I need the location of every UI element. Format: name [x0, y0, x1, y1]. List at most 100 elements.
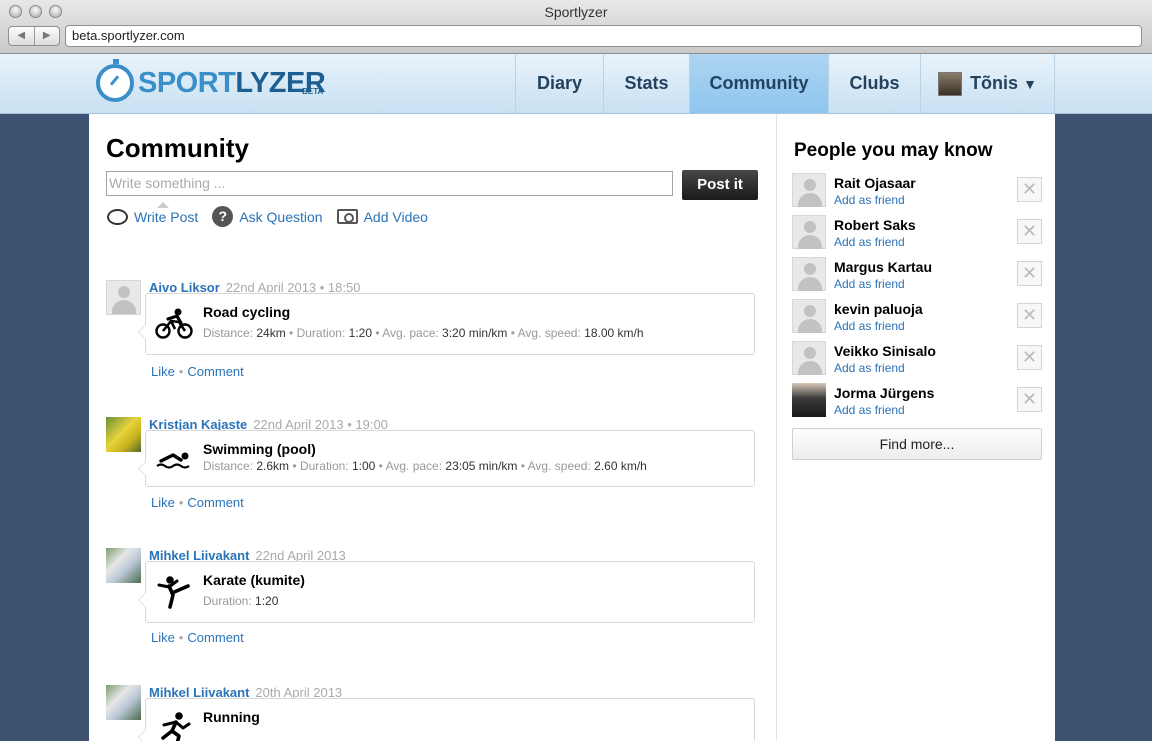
feed-item: Aivo Liksor 22nd April 2013 • 18:50 Road … [106, 280, 756, 390]
stat-label: Duration: [203, 594, 252, 608]
avatar[interactable] [792, 299, 826, 333]
history-buttons: ◀ ▶ [8, 26, 60, 46]
person-name[interactable]: Robert Saks [834, 217, 916, 233]
add-friend-link[interactable]: Add as friend [834, 235, 905, 249]
content: Community Write something ... Post it Wr… [89, 114, 1055, 741]
feed-links: Like • Comment [151, 630, 244, 645]
avatar[interactable] [106, 417, 141, 452]
back-button[interactable]: ◀ [9, 27, 34, 45]
activity-card[interactable]: Karate (kumite) Duration: 1:20 [138, 561, 755, 623]
person-name[interactable]: Veikko Sinisalo [834, 343, 936, 359]
add-friend-link[interactable]: Add as friend [834, 319, 905, 333]
person-name[interactable]: kevin paluoja [834, 301, 923, 317]
stat-label: Duration: [296, 326, 346, 340]
avatar[interactable] [792, 383, 826, 417]
add-friend-link[interactable]: Add as friend [834, 361, 905, 375]
sidebar-title: People you may know [794, 140, 993, 161]
feed-links: Like • Comment [151, 495, 244, 510]
add-friend-link[interactable]: Add as friend [834, 277, 905, 291]
avatar[interactable] [792, 215, 826, 249]
activity-title: Road cycling [203, 304, 291, 320]
comment-link[interactable]: Comment [187, 495, 243, 510]
user-name: Tõnis [970, 73, 1019, 93]
post-input[interactable]: Write something ... [106, 171, 673, 196]
like-link[interactable]: Like [151, 495, 175, 510]
main-column: Community Write something ... Post it Wr… [89, 114, 777, 741]
logo[interactable]: SPORTLYZER BETA [96, 59, 326, 102]
person-name[interactable]: Rait Ojasaar [834, 175, 916, 191]
comment-link[interactable]: Comment [187, 364, 243, 379]
window-title: Sportlyzer [544, 4, 608, 20]
comment-link[interactable]: Comment [187, 630, 243, 645]
activity-card[interactable]: Running [138, 698, 755, 741]
avatar[interactable] [106, 685, 141, 720]
logo-sport: SPORT [138, 67, 236, 99]
logo-text: SPORTLYZER BETA [138, 67, 326, 99]
activity-card[interactable]: Road cycling Distance: 24km • Duration: … [138, 293, 755, 355]
avatar[interactable] [792, 341, 826, 375]
speech-bubble-icon [107, 208, 128, 225]
post-button[interactable]: Post it [682, 170, 758, 200]
nav-clubs[interactable]: Clubs [828, 54, 920, 113]
swimming-icon [156, 452, 190, 469]
activity-stats: Distance: 2.6km • Duration: 1:00 • Avg. … [203, 459, 647, 473]
add-friend-link[interactable]: Add as friend [834, 403, 905, 417]
beta-badge: BETA [302, 87, 324, 96]
person-suggestion: Jorma Jürgens Add as friend ✕ [792, 383, 1042, 417]
stat-label: Avg. pace: [382, 326, 439, 340]
dismiss-icon[interactable]: ✕ [1017, 345, 1042, 370]
user-avatar [938, 71, 963, 96]
stat-label: Avg. speed: [527, 459, 591, 473]
stat-label: Avg. speed: [517, 326, 581, 340]
stat-value: 1:00 [351, 459, 376, 473]
avatar[interactable] [792, 257, 826, 291]
user-menu[interactable]: Tõnis ▼ [920, 54, 1055, 113]
person-suggestion: Margus Kartau Add as friend ✕ [792, 257, 1042, 291]
stat-value: 1:20 [348, 326, 372, 340]
person-suggestion: kevin paluoja Add as friend ✕ [792, 299, 1042, 333]
stat-value: 3:20 min/km [442, 326, 508, 340]
forward-button[interactable]: ▶ [33, 27, 60, 45]
dismiss-icon[interactable]: ✕ [1017, 177, 1042, 202]
feed-item: Mihkel Liivakant 22nd April 2013 Karate (… [106, 548, 756, 668]
activity-title: Karate (kumite) [203, 572, 305, 588]
page-title: Community [106, 133, 249, 163]
like-link[interactable]: Like [151, 630, 175, 645]
find-more-button[interactable]: Find more... [792, 428, 1042, 460]
nav-community[interactable]: Community [689, 54, 828, 113]
stat-label: Duration: [299, 459, 349, 473]
dismiss-icon[interactable]: ✕ [1017, 303, 1042, 328]
ask-question-action[interactable]: ? Ask Question [212, 206, 323, 227]
address-bar[interactable]: beta.sportlyzer.com [65, 25, 1142, 47]
add-video-label: Add Video [363, 208, 428, 225]
stat-label: Distance: [203, 326, 254, 340]
dismiss-icon[interactable]: ✕ [1017, 261, 1042, 286]
activity-card[interactable]: Swimming (pool) Distance: 2.6km • Durati… [138, 430, 755, 487]
dismiss-icon[interactable]: ✕ [1017, 387, 1042, 412]
stat-value: 18.00 km/h [584, 326, 644, 340]
person-name[interactable]: Margus Kartau [834, 259, 932, 275]
avatar[interactable] [792, 173, 826, 207]
add-video-action[interactable]: Add Video [336, 208, 428, 225]
write-post-action[interactable]: Write Post [107, 208, 198, 225]
dismiss-icon[interactable]: ✕ [1017, 219, 1042, 244]
sidebar: People you may know Rait Ojasaar Add as … [778, 114, 1055, 741]
person-name[interactable]: Jorma Jürgens [834, 385, 934, 401]
nav-diary[interactable]: Diary [515, 54, 603, 113]
ask-question-label: Ask Question [239, 208, 323, 225]
stat-value: 24km [256, 326, 286, 340]
camera-icon [336, 209, 358, 224]
main-nav: Diary Stats Community Clubs Tõnis ▼ [515, 54, 1055, 113]
feed-item: Kristjan Kajaste 22nd April 2013 • 19:00 … [106, 417, 756, 527]
avatar[interactable] [106, 548, 141, 583]
avatar[interactable] [106, 280, 141, 315]
stat-value: 23:05 min/km [445, 459, 518, 473]
composer-actions: Write Post ? Ask Question Add Video [107, 206, 442, 227]
like-link[interactable]: Like [151, 364, 175, 379]
karate-icon [157, 576, 190, 609]
nav-stats[interactable]: Stats [603, 54, 689, 113]
running-icon [161, 712, 191, 741]
add-friend-link[interactable]: Add as friend [834, 193, 905, 207]
stat-label: Avg. pace: [385, 459, 443, 473]
feed-links: Like • Comment [151, 364, 244, 379]
